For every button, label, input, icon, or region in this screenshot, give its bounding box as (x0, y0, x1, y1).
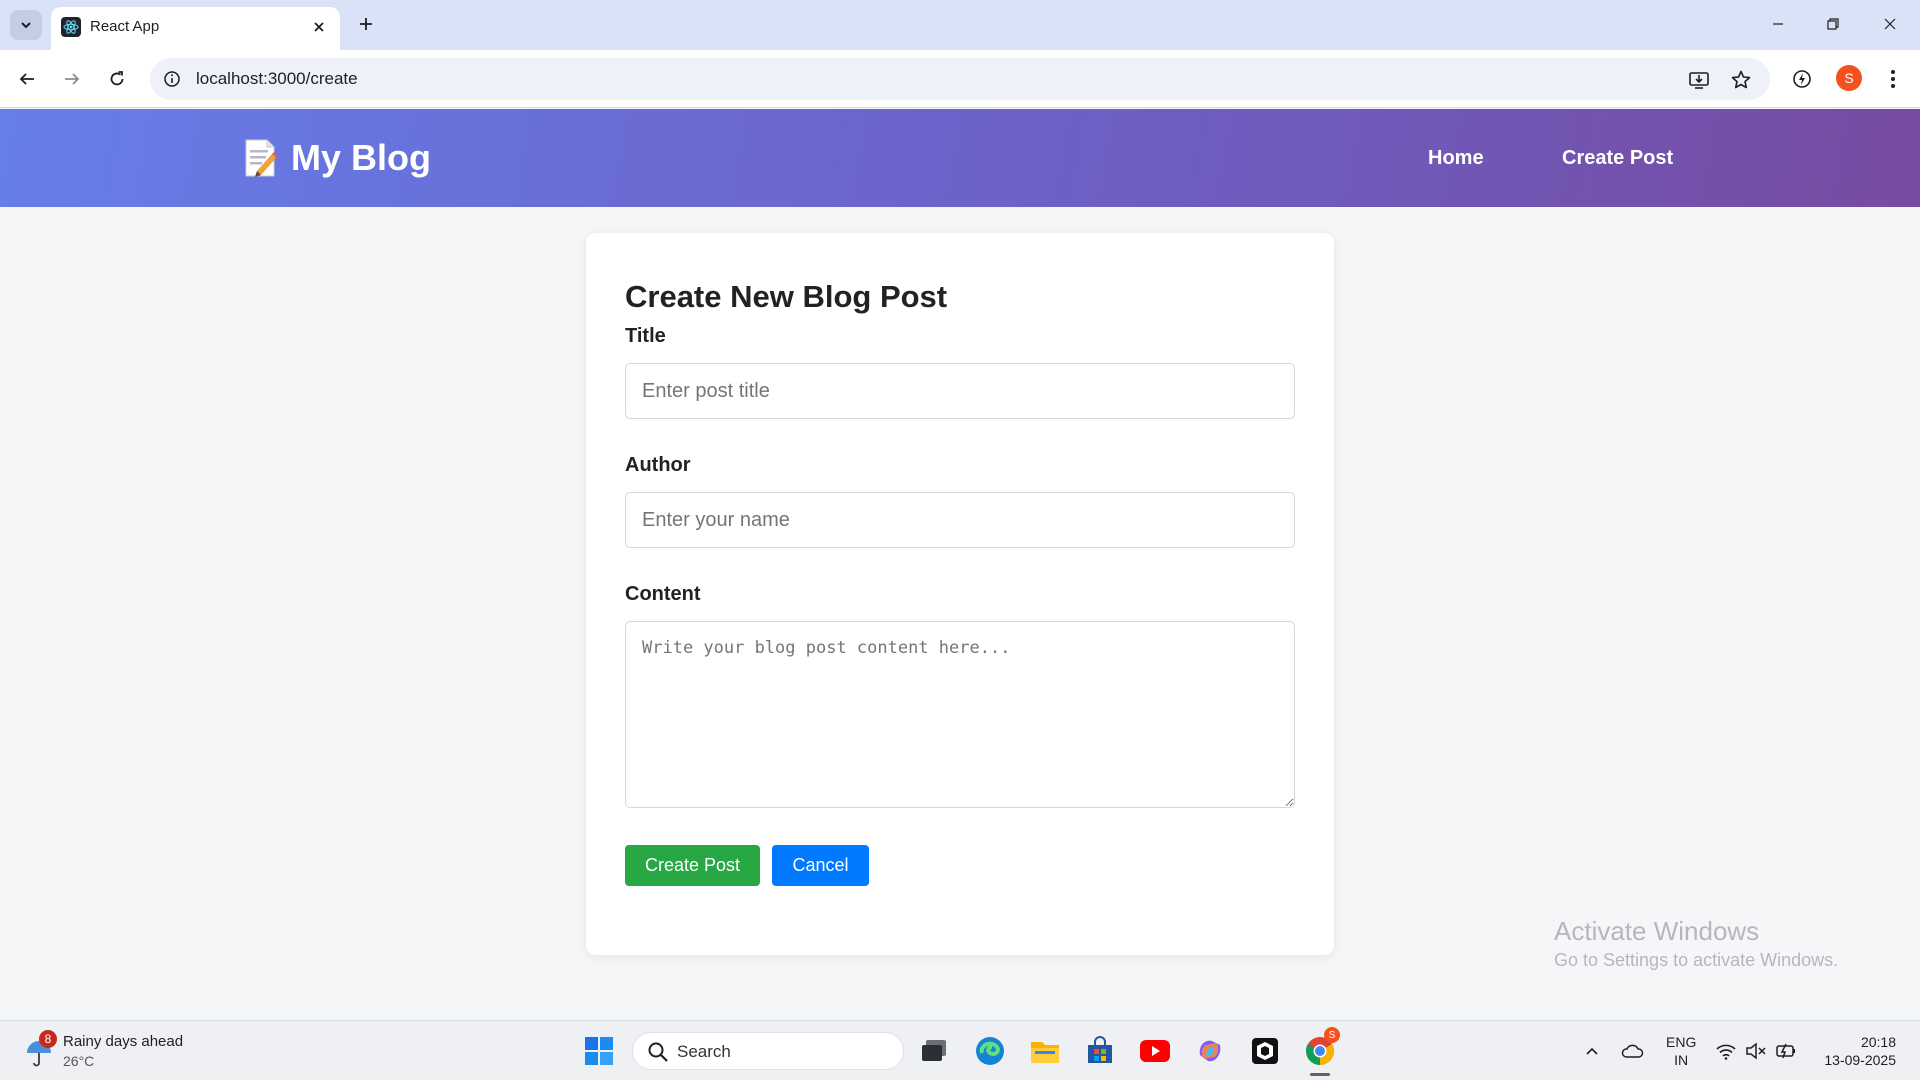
chevron-down-icon (21, 22, 31, 29)
title-label: Title (625, 325, 666, 347)
taskbar-search[interactable]: Search (632, 1032, 904, 1070)
watermark-title: Activate Windows (1554, 916, 1760, 946)
chevron-up-icon[interactable] (1580, 1039, 1604, 1063)
windows-start-icon[interactable] (584, 1036, 614, 1066)
page-title: Create New Blog Post (625, 279, 948, 314)
arrow-right-icon (65, 73, 80, 85)
browser-tab-bar: React App (0, 0, 1920, 50)
author-label: Author (625, 454, 691, 476)
copilot-icon[interactable] (1192, 1033, 1228, 1069)
bookmark-star-icon[interactable] (1728, 67, 1754, 93)
watermark-subtitle: Go to Settings to activate Windows. (1554, 950, 1839, 970)
browser-toolbar: localhost:3000/create S (0, 50, 1920, 108)
performance-icon[interactable] (1786, 63, 1818, 95)
dev-app-icon[interactable] (1247, 1033, 1283, 1069)
battery-charging-icon[interactable] (1774, 1039, 1798, 1063)
address-bar[interactable]: localhost:3000/create (150, 58, 1770, 100)
tab-search-button[interactable] (10, 10, 42, 40)
new-tab-button[interactable] (352, 10, 380, 38)
content-label: Content (625, 583, 701, 605)
language-code: ENG (1666, 1034, 1697, 1050)
close-window-button[interactable] (1870, 8, 1910, 40)
taskbar: 8 Rainy days ahead 26°C Search S ENG IN … (0, 1020, 1920, 1080)
region-code: IN (1674, 1052, 1689, 1068)
menu-button[interactable] (1877, 63, 1909, 95)
tab-react-app[interactable]: React App (51, 7, 340, 50)
youtube-icon[interactable] (1137, 1033, 1173, 1069)
cancel-button[interactable]: Cancel (772, 845, 869, 886)
memo-icon (245, 139, 277, 177)
app-header: My Blog Home Create Post (0, 109, 1920, 207)
install-app-icon[interactable] (1686, 67, 1712, 93)
file-explorer-icon[interactable] (1027, 1033, 1063, 1069)
weather-title: Rainy days ahead (63, 1033, 184, 1050)
active-app-indicator (1310, 1073, 1330, 1076)
minimize-icon (1773, 23, 1783, 25)
search-icon (648, 1042, 668, 1062)
forward-button[interactable] (56, 63, 88, 95)
content-textarea[interactable] (625, 621, 1295, 808)
onedrive-cloud-icon[interactable] (1620, 1039, 1644, 1063)
clock-time: 20:18 (1860, 1034, 1896, 1050)
reload-button[interactable] (101, 63, 133, 95)
create-post-card: Create New Blog Post Title Author Conten… (586, 233, 1334, 955)
back-button[interactable] (11, 63, 43, 95)
microsoft-store-icon[interactable] (1082, 1033, 1118, 1069)
nav-create-post-link[interactable]: Create Post (1562, 147, 1673, 170)
restore-icon (1827, 18, 1839, 30)
more-vertical-icon (1891, 70, 1895, 88)
weather-temp: 26°C (63, 1053, 95, 1069)
weather-badge: 8 (39, 1030, 57, 1048)
close-icon (1884, 18, 1896, 30)
author-input[interactable] (625, 492, 1295, 548)
brand-title: My Blog (291, 137, 431, 178)
profile-avatar[interactable]: S (1836, 65, 1862, 91)
restore-button[interactable] (1813, 8, 1853, 40)
brand[interactable]: My Blog (243, 137, 431, 179)
minimize-button[interactable] (1758, 8, 1798, 40)
volume-muted-icon[interactable] (1744, 1039, 1768, 1063)
weather-widget[interactable]: 8 Rainy days ahead 26°C (22, 1030, 222, 1072)
url-text: localhost:3000/create (196, 69, 358, 88)
create-post-button[interactable]: Create Post (625, 845, 760, 886)
plus-icon (360, 18, 372, 30)
search-label: Search (677, 1042, 731, 1061)
system-clock[interactable]: 20:18 13-09-2025 (1812, 1033, 1896, 1069)
react-icon (61, 17, 81, 37)
wifi-icon[interactable] (1714, 1039, 1738, 1063)
nav-home-link[interactable]: Home (1428, 147, 1484, 170)
arrow-left-icon (19, 73, 34, 85)
edge-icon[interactable] (972, 1033, 1008, 1069)
reload-icon (110, 71, 124, 86)
title-input[interactable] (625, 363, 1295, 419)
site-info-icon[interactable] (160, 67, 184, 91)
task-view-icon[interactable] (916, 1033, 952, 1069)
activate-windows-watermark: Activate Windows Go to Settings to activ… (1554, 915, 1838, 973)
chrome-profile-badge: S (1324, 1027, 1340, 1043)
chrome-icon[interactable]: S (1302, 1027, 1340, 1069)
tab-title: React App (90, 18, 160, 35)
clock-date: 13-09-2025 (1824, 1052, 1896, 1068)
close-tab-icon[interactable] (308, 16, 330, 38)
language-indicator[interactable]: ENG IN (1666, 1033, 1696, 1069)
